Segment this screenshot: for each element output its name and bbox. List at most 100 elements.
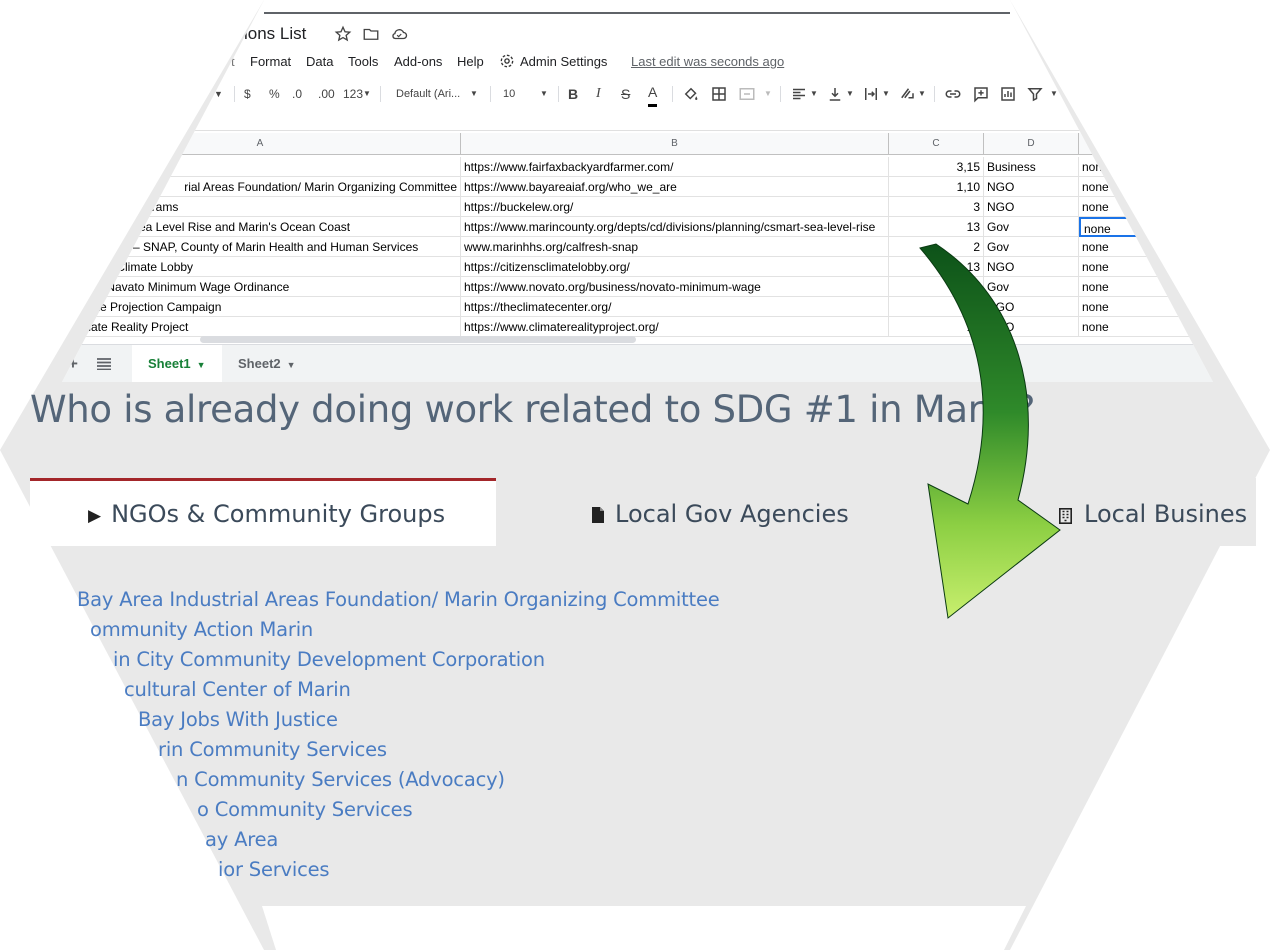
play-icon: ▶ (88, 506, 102, 526)
tab-ngos[interactable]: ▶ NGOs & Community Groups (30, 478, 496, 546)
bold-button[interactable]: B (568, 84, 578, 104)
decrease-decimal-button[interactable]: .0 (292, 84, 302, 104)
cell-url[interactable]: https://citizensclimatelobby.org/ (461, 257, 889, 277)
increase-decimal-button[interactable]: .00 (318, 84, 335, 104)
filter-icon[interactable] (1026, 85, 1044, 103)
toolbar-divider (672, 86, 673, 102)
table-row: Sea Level Rise and Marin's Ocean Coast h… (62, 217, 1213, 237)
star-icon[interactable] (334, 25, 352, 43)
chevron-down-icon: ▼ (470, 89, 478, 98)
align-left-icon[interactable] (790, 85, 808, 103)
column-header-c[interactable]: C (889, 133, 984, 155)
cell-url[interactable]: www.marinhhs.org/calfresh-snap (461, 237, 889, 257)
link-icon[interactable] (944, 85, 962, 103)
spreadsheet-grid: A B C D https://www.fairfaxbackyardfarme… (62, 133, 1213, 338)
merge-cells-icon[interactable] (738, 85, 756, 103)
strikethrough-button[interactable]: S (621, 84, 630, 104)
tab-local-gov[interactable]: Local Gov Agencies (496, 478, 901, 546)
chevron-down-icon: ▼ (286, 360, 296, 370)
font-family-select[interactable]: Default (Ari... (396, 84, 460, 104)
toolbar-divider (558, 86, 559, 102)
list-item[interactable]: Bay Jobs With Justice (138, 708, 338, 731)
list-icon[interactable] (97, 358, 111, 370)
horizontal-scrollbar[interactable] (200, 336, 636, 343)
list-item[interactable]: rin Community Services (158, 738, 387, 761)
borders-icon[interactable] (710, 85, 728, 103)
cell-url[interactable]: https://www.marincounty.org/depts/cd/div… (461, 217, 889, 237)
toolbar: ▼ $ % .0 .00 123 ▼ Default (Ari... ▼ 10 … (210, 84, 1070, 107)
fill-color-icon[interactable] (682, 85, 700, 103)
chart-icon[interactable] (999, 85, 1017, 103)
column-header-d[interactable]: D (984, 133, 1079, 155)
chevron-down-icon: ▼ (540, 89, 548, 98)
chevron-down-icon: ▼ (918, 89, 926, 98)
cell-url[interactable]: https://www.bayareaiaf.org/who_we_are (461, 177, 889, 197)
last-edit-link[interactable]: Last edit was seconds ago (631, 54, 784, 69)
list-item[interactable]: Bay Area Industrial Areas Foundation/ Ma… (77, 588, 720, 611)
vertical-align-icon[interactable] (826, 85, 844, 103)
text-color-button[interactable]: A (648, 84, 658, 107)
cell-count[interactable]: 13 (889, 217, 984, 237)
tab-sheet1-label: Sheet1 (148, 356, 191, 371)
tab-sheet2[interactable]: Sheet2 ▼ (222, 345, 312, 382)
tab-local-business-label: Local Busines (1084, 500, 1248, 528)
menu-item-format[interactable]: Format (250, 54, 291, 69)
font-size-select[interactable]: 10 (503, 84, 515, 104)
table-row: s Climate Lobby https://citizensclimatel… (62, 257, 1213, 277)
cell-url[interactable]: https://buckelew.org/ (461, 197, 889, 217)
cell-type[interactable]: Business (984, 157, 1079, 177)
cell-type[interactable]: NGO (984, 197, 1079, 217)
list-item[interactable]: ior Services (218, 858, 330, 881)
cell-url[interactable]: https://theclimatecenter.org/ (461, 297, 889, 317)
list-item[interactable]: in City Community Development Corporatio… (113, 648, 545, 671)
toolbar-divider (780, 86, 781, 102)
menu-item-data[interactable]: Data (306, 54, 333, 69)
list-item[interactable]: ay Area (205, 828, 278, 851)
menu-item-help[interactable]: Help (457, 54, 484, 69)
list-item[interactable]: ommunity Action Marin (90, 618, 313, 641)
cell-count[interactable]: 3,15 (889, 157, 984, 177)
cell-type[interactable]: NGO (984, 177, 1079, 197)
table-row: of Navato Minimum Wage Ordinance https:/… (62, 277, 1213, 297)
file-icon (592, 507, 604, 523)
comment-icon[interactable] (972, 85, 990, 103)
percent-button[interactable]: % (269, 84, 280, 104)
menu-item-tools[interactable]: Tools (348, 54, 378, 69)
table-row: https://www.fairfaxbackyardfarmer.com/ 3… (62, 157, 1213, 177)
cell-url[interactable]: https://www.fairfaxbackyardfarmer.com/ (461, 157, 889, 177)
chevron-down-icon: ▼ (810, 89, 818, 98)
text-rotation-icon[interactable] (898, 85, 916, 103)
cell-count[interactable]: 3 (889, 197, 984, 217)
cell-url[interactable]: https://www.climaterealityproject.org/ (461, 317, 889, 337)
list-item[interactable]: o Community Services (197, 798, 413, 821)
table-row: Climate Reality Project https://www.clim… (62, 317, 1213, 337)
cell-url[interactable]: https://www.novato.org/business/novato-m… (461, 277, 889, 297)
tab-local-gov-label: Local Gov Agencies (615, 500, 849, 528)
table-row: grams https://buckelew.org/ 3 NGO none (62, 197, 1213, 217)
document-title[interactable]: ions List (244, 24, 306, 44)
cell-type[interactable]: Gov (984, 217, 1079, 237)
folder-icon[interactable] (362, 25, 380, 43)
list-item[interactable]: cultural Center of Marin (124, 678, 351, 701)
menu-item-addons[interactable]: Add-ons (394, 54, 442, 69)
number-format-button[interactable]: 123 (343, 84, 363, 104)
cell-count[interactable]: 1,10 (889, 177, 984, 197)
tab-sheet1[interactable]: Sheet1 ▼ (132, 345, 222, 382)
cloud-status-icon[interactable] (390, 25, 408, 43)
table-row: rial Areas Foundation/ Marin Organizing … (62, 177, 1213, 197)
toolbar-divider (934, 86, 935, 102)
toolbar-divider (380, 86, 381, 102)
formula-bar-divider (195, 130, 1210, 131)
column-header-b[interactable]: B (461, 133, 889, 155)
italic-button[interactable]: I (596, 84, 601, 104)
menu-item-admin-settings[interactable]: Admin Settings (520, 54, 607, 69)
currency-button[interactable]: $ (244, 84, 251, 104)
chevron-down-icon: ▼ (882, 89, 890, 98)
text-wrap-icon[interactable] (862, 85, 880, 103)
window-top-border (264, 12, 1010, 14)
list-item[interactable]: n Community Services (Advocacy) (176, 768, 505, 791)
tab-sheet2-label: Sheet2 (238, 356, 281, 371)
toolbar-divider (490, 86, 491, 102)
table-row: – SNAP, County of Marin Health and Human… (62, 237, 1213, 257)
chevron-down-icon: ▼ (363, 89, 371, 98)
